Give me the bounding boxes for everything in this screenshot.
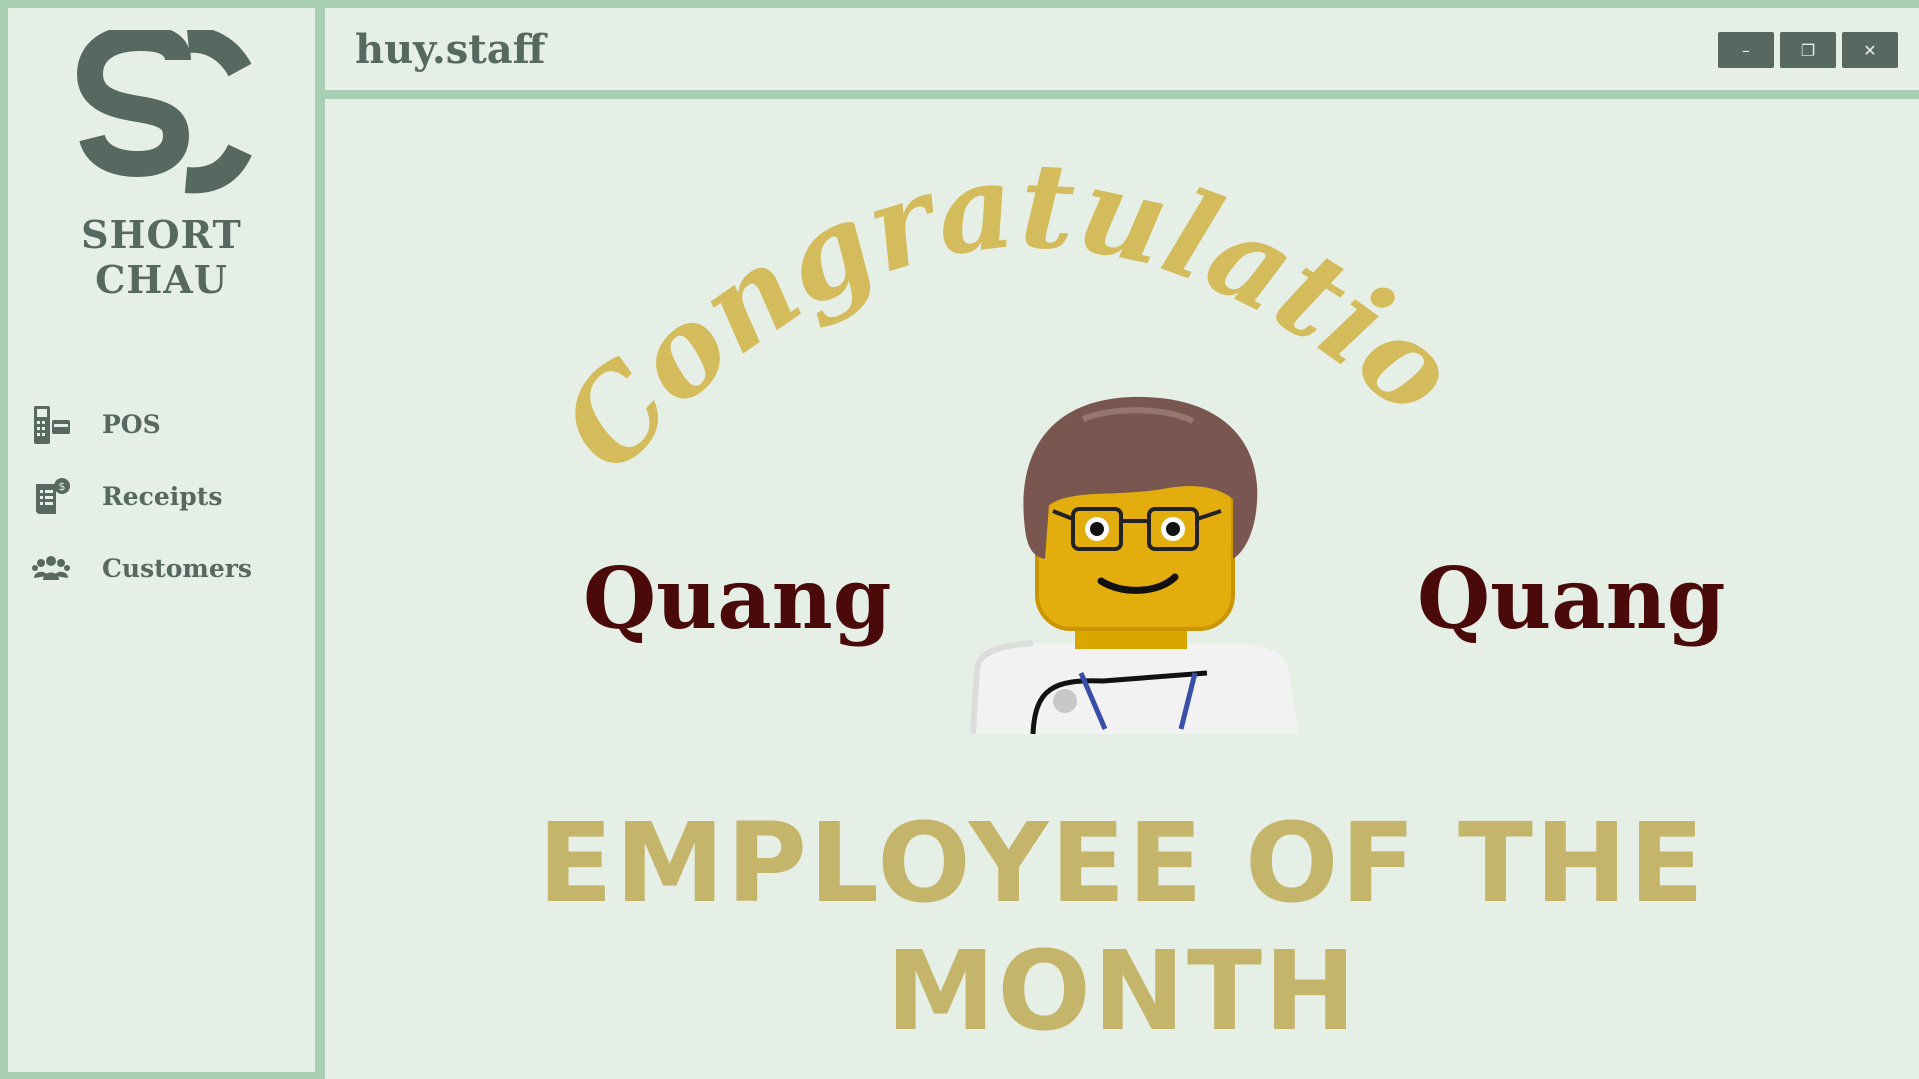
- brand-name: SHORT CHAU: [81, 212, 242, 302]
- short-chau-logo: [76, 30, 252, 194]
- employee-name-right: Quang: [1417, 549, 1726, 648]
- sidebar-item-label: Receipts: [102, 481, 223, 511]
- sidebar-item-label: Customers: [102, 553, 252, 583]
- employee-name-left: Quang: [583, 549, 892, 648]
- customers-icon: [32, 556, 70, 580]
- employee-avatar: [970, 396, 1299, 734]
- sidebar-item-pos[interactable]: POS: [8, 388, 315, 460]
- main-panel: huy.staff – ❐ ✕ Congratulations! Quang: [325, 8, 1919, 1079]
- employee-of-the-month-headline: EMPLOYEE OF THE MONTH: [537, 799, 1707, 1055]
- svg-text:$: $: [59, 480, 66, 493]
- sidebar-item-label: POS: [102, 409, 161, 439]
- window-title: huy.staff: [355, 26, 546, 73]
- receipt-icon: $: [36, 478, 70, 514]
- employee-banner: Congratulations! Quang: [325, 99, 1919, 1079]
- close-button[interactable]: ✕: [1842, 32, 1898, 68]
- sidebar-item-receipts[interactable]: $ Receipts: [8, 460, 315, 532]
- sidebar-item-customers[interactable]: Customers: [8, 532, 315, 604]
- restore-button[interactable]: ❐: [1780, 32, 1836, 68]
- pos-terminal-icon: [34, 406, 70, 444]
- sidebar-nav: POS $ Receipts Customers: [8, 388, 315, 604]
- title-bar: huy.staff – ❐ ✕: [325, 8, 1919, 90]
- svg-text:Congratulations!: Congratulations!: [325, 99, 1482, 497]
- minimize-button[interactable]: –: [1718, 32, 1774, 68]
- sidebar: SHORT CHAU POS $ Receipts Customers: [8, 8, 315, 1072]
- app-window: SHORT CHAU POS $ Receipts Customers huy.…: [0, 0, 1919, 1079]
